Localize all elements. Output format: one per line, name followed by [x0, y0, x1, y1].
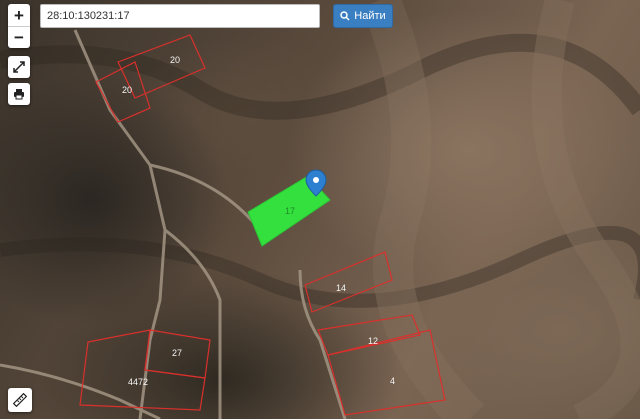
satellite-map[interactable]: 17 20 20 14 12 4 27 4472 [0, 0, 640, 419]
printer-icon [14, 89, 24, 100]
terrain-texture [0, 0, 640, 419]
ruler-button[interactable] [8, 388, 32, 412]
zoom-out-button[interactable]: − [8, 26, 30, 48]
parcel-label: 20 [122, 85, 132, 95]
zoom-controls: + − [8, 4, 30, 48]
zoom-in-button[interactable]: + [8, 4, 30, 26]
search-button-label: Найти [354, 10, 386, 22]
parcel-label: 14 [336, 283, 346, 293]
parcel-label: 4 [390, 376, 395, 386]
search-icon [340, 11, 350, 21]
parcel-label: 27 [172, 348, 182, 358]
expand-icon [13, 61, 25, 73]
selected-parcel-label: 17 [285, 206, 295, 216]
parcel-label: 4472 [128, 377, 148, 387]
ruler-icon [13, 393, 27, 407]
search-button[interactable]: Найти [333, 4, 393, 28]
parcel-label: 20 [170, 55, 180, 65]
fullscreen-button[interactable] [8, 56, 30, 78]
print-button[interactable] [8, 83, 30, 105]
map-overlay: 17 20 20 14 12 4 27 4472 [0, 0, 640, 419]
parcel-label: 12 [368, 336, 378, 346]
cadastral-search-input[interactable] [40, 4, 320, 28]
